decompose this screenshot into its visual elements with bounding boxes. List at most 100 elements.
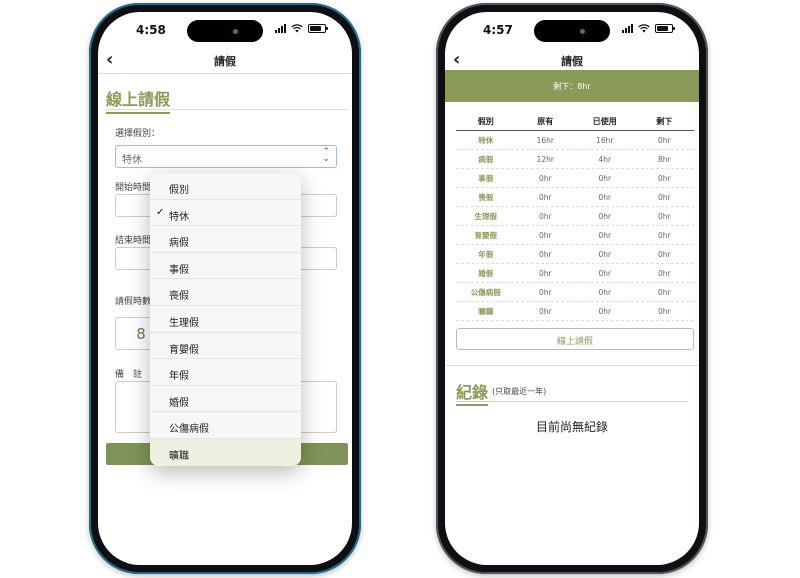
hours-cell: 0hr <box>598 249 612 259</box>
hours-cell: 0hr <box>538 249 552 259</box>
status-icons <box>622 24 675 33</box>
dropdown-option-label: 婚假 <box>169 397 189 409</box>
dropdown-option-label: 喪假 <box>169 291 189 303</box>
leave-type-cell: 年假 <box>478 249 494 259</box>
dropdown-option[interactable]: 病假 <box>150 226 301 253</box>
table-row: 公傷病假 0hr 0hr 0hr <box>456 283 694 302</box>
table-header-cell: 已使用 <box>592 116 617 126</box>
dropdown-option[interactable]: 曠職 <box>150 438 301 466</box>
empty-records-message: 目前尚無紀錄 <box>535 420 608 434</box>
dropdown-option-label: 育嬰假 <box>169 344 199 356</box>
hours-cell: 0hr <box>657 306 671 316</box>
phone-screen-left: 4:58 ‹ 請假 線上請假 選擇假別： 特休 ⌃ ⌄ 開始時間 結束時間 請假時… <box>98 12 352 565</box>
dropdown-option-label: 曠職 <box>169 450 189 462</box>
dropdown-option[interactable]: 年假 <box>150 359 301 386</box>
hours-cell: 8hr <box>657 154 671 164</box>
hours-cell: 0hr <box>657 192 671 202</box>
dropdown-option[interactable]: 事假 <box>150 253 301 280</box>
table-header-row: 假別 原有 已使用 剩下 <box>456 112 694 131</box>
battery-icon <box>655 24 675 33</box>
leave-type-cell: 病假 <box>478 154 494 164</box>
dropdown-option[interactable]: 育嬰假 <box>150 333 301 360</box>
dropdown-option-label: 生理假 <box>169 317 199 329</box>
hours-cell: 0hr <box>657 249 671 259</box>
hours-cell: 0hr <box>598 287 612 297</box>
dropdown-option[interactable]: 喪假 <box>150 279 301 306</box>
dropdown-option-label: 假別 <box>169 185 189 196</box>
dropdown-option[interactable]: ✓ 特休 <box>150 200 301 227</box>
leave-type-cell: 事假 <box>478 173 494 183</box>
status-icons <box>275 24 328 33</box>
leave-type-dropdown: 假別 ✓ 特休病假事假喪假生理假育嬰假年假婚假公傷病假曠職 <box>150 173 301 466</box>
leave-type-cell: 喪假 <box>478 192 494 202</box>
table-header-cell: 剩下 <box>656 116 673 126</box>
leave-type-value: 特休 <box>122 155 142 166</box>
hours-cell: 0hr <box>538 287 552 297</box>
hours-cell: 16hr <box>536 135 554 145</box>
dropdown-option[interactable]: 公傷病假 <box>150 412 301 439</box>
wifi-icon <box>291 24 303 33</box>
table-row: 曠職 0hr 0hr 0hr <box>456 302 694 321</box>
hours-cell: 0hr <box>657 173 671 183</box>
leave-type-label: 選擇假別： <box>115 129 161 139</box>
dynamic-island <box>187 20 263 42</box>
hours-cell: 0hr <box>598 230 612 240</box>
table-header-cell: 原有 <box>537 116 554 126</box>
dropdown-option[interactable]: 假別 <box>150 173 301 200</box>
signal-icon <box>275 24 286 33</box>
hours-cell: 0hr <box>657 211 671 221</box>
hours-cell: 0hr <box>538 211 552 221</box>
dropdown-option[interactable]: 婚假 <box>150 386 301 413</box>
table-row: 特休 16hr 16hr 0hr <box>456 131 694 150</box>
camera-dot-icon <box>580 29 585 34</box>
camera-dot-icon <box>233 29 238 34</box>
leave-type-select[interactable]: 特休 ⌃ ⌄ <box>115 145 337 168</box>
phone-screen-right: 4:57 ‹ 請假 剩下：8hr 假別 原有 已使用 剩下 特休 16hr 16hr 0hr 病… <box>445 12 699 565</box>
hours-cell: 0hr <box>598 173 612 183</box>
table-row: 生理假 0hr 0hr 0hr <box>456 207 694 226</box>
dropdown-option-label: 病假 <box>169 238 189 250</box>
hours-cell: 0hr <box>657 135 671 145</box>
divider <box>456 401 688 402</box>
status-time: 4:58 <box>136 23 166 37</box>
hours-cell: 16hr <box>596 135 614 145</box>
battery-icon <box>308 24 328 33</box>
nav-title: 請假 <box>561 55 583 68</box>
leave-type-cell: 婚假 <box>478 268 494 278</box>
hours-cell: 0hr <box>657 287 671 297</box>
remaining-hours-banner: 剩下：8hr <box>445 70 699 102</box>
dynamic-island <box>534 20 610 42</box>
leave-type-cell: 育嬰假 <box>474 230 498 240</box>
status-time: 4:57 <box>483 23 513 37</box>
hours-cell: 0hr <box>538 230 552 240</box>
end-time-label: 結束時間 <box>115 236 152 246</box>
checkmark-icon: ✓ <box>156 206 165 218</box>
nav-bar: ‹ 請假 <box>98 48 352 74</box>
hours-label: 請假時數 <box>115 297 152 307</box>
dropdown-option-label: 特休 <box>169 211 189 223</box>
leave-type-cell: 生理假 <box>474 211 498 221</box>
hours-cell: 0hr <box>657 268 671 278</box>
hours-cell: 0hr <box>657 230 671 240</box>
leave-type-cell: 公傷病假 <box>470 287 501 297</box>
table-row: 事假 0hr 0hr 0hr <box>456 169 694 188</box>
hours-cell: 0hr <box>538 173 552 183</box>
hours-cell: 0hr <box>598 306 612 316</box>
leave-type-cell: 特休 <box>478 135 494 145</box>
signal-icon <box>622 24 633 33</box>
select-updown-icon: ⌃ ⌄ <box>322 147 330 164</box>
divider <box>445 365 699 366</box>
table-row: 婚假 0hr 0hr 0hr <box>456 264 694 283</box>
records-subtitle: (只取最近一年) <box>492 387 547 396</box>
table-header-cell: 假別 <box>477 116 494 126</box>
dropdown-option[interactable]: 生理假 <box>150 306 301 333</box>
hours-cell: 0hr <box>538 192 552 202</box>
dropdown-option-label: 公傷病假 <box>169 424 209 436</box>
phone-left: 4:58 ‹ 請假 線上請假 選擇假別： 特休 ⌃ ⌄ 開始時間 結束時間 請假時… <box>89 3 361 574</box>
hours-cell: 4hr <box>598 154 612 164</box>
hours-cell: 0hr <box>598 211 612 221</box>
leave-balance-table: 假別 原有 已使用 剩下 特休 16hr 16hr 0hr 病假 12hr 4hr 8hr 事假 0hr 0… <box>456 112 694 321</box>
hours-cell: 0hr <box>538 268 552 278</box>
phone-right: 4:57 ‹ 請假 剩下：8hr 假別 原有 已使用 剩下 特休 16hr 16hr 0hr 病… <box>436 3 708 574</box>
apply-leave-button[interactable]: 線上請假 <box>456 328 694 350</box>
